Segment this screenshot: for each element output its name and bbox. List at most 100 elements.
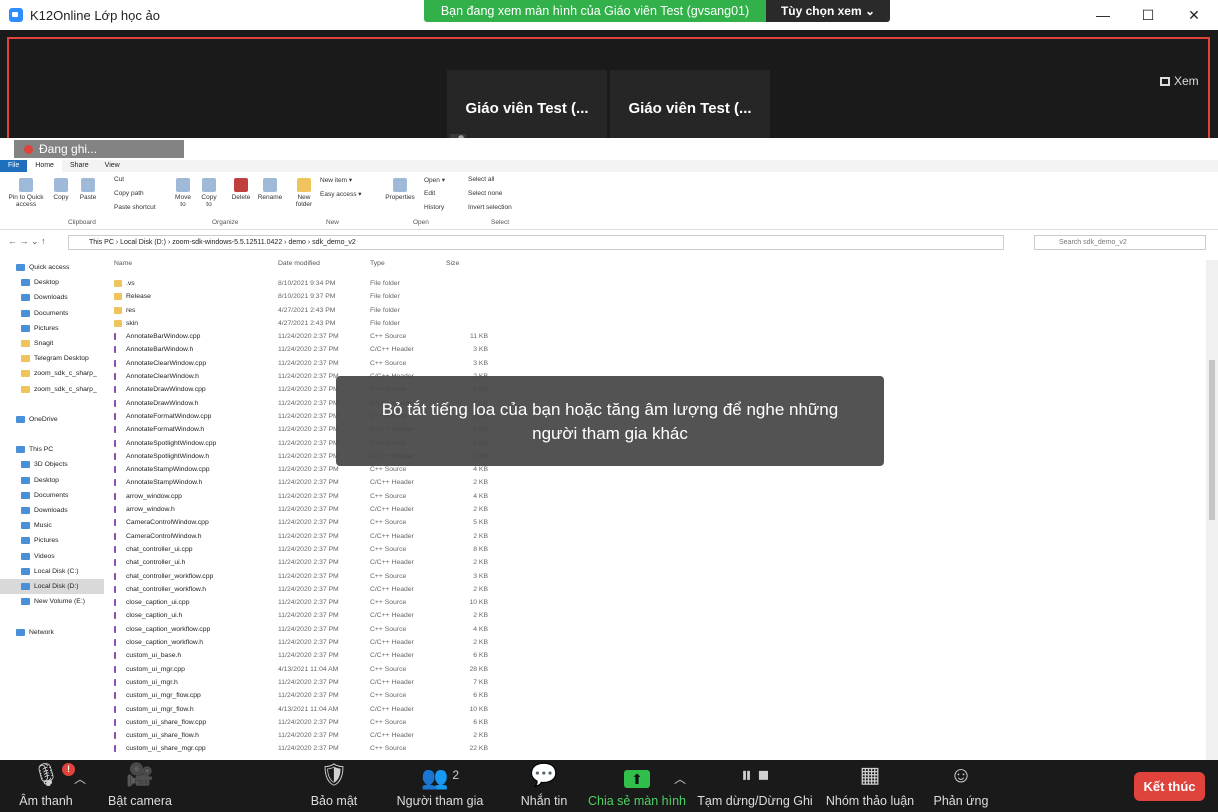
column-size[interactable]: Size — [446, 260, 459, 267]
file-row[interactable]: custom_ui_share_flow.cpp 11/24/2020 2:37 … — [110, 716, 510, 729]
delete-button[interactable]: Delete — [230, 178, 252, 201]
scrollbar-thumb[interactable] — [1209, 360, 1215, 520]
file-row[interactable]: res 4/27/2021 2:43 PM File folder — [110, 304, 510, 317]
column-name[interactable]: Name — [114, 260, 132, 267]
nav-item[interactable]: Quick access — [0, 260, 104, 275]
back-forward-icons[interactable]: ← → ⌄ ↑ — [8, 236, 46, 247]
move-to-button[interactable]: Move to — [172, 178, 194, 208]
nav-item[interactable]: Videos — [0, 549, 104, 564]
file-row[interactable]: skin 4/27/2021 2:43 PM File folder — [110, 317, 510, 330]
nav-item[interactable]: Music — [0, 518, 104, 533]
pause-stop-recording-button[interactable]: ⏸ ⏹ Tạm dừng/Dừng Ghi — [696, 760, 814, 812]
nav-item[interactable]: Pictures — [0, 321, 104, 336]
nav-item[interactable]: OneDrive — [0, 412, 104, 427]
file-row[interactable]: custom_ui_mgr.h 11/24/2020 2:37 PM C/C++ H… — [110, 676, 510, 689]
file-row[interactable]: .vs 8/10/2021 9:34 PM File folder — [110, 277, 510, 290]
start-video-button[interactable]: 🎥 Bật camera — [104, 760, 176, 812]
nav-item[interactable]: Documents — [0, 488, 104, 503]
file-row[interactable]: custom_ui_mgr.cpp 4/13/2021 11:04 AM C++ S… — [110, 663, 510, 676]
nav-item[interactable]: 3D Objects — [0, 457, 104, 472]
share-screen-button[interactable]: ⬆ Chia sẻ màn hình — [588, 760, 686, 812]
gallery-view-button[interactable]: Xem — [1160, 74, 1199, 88]
nav-item[interactable]: Local Disk (D:) — [0, 578, 104, 595]
maximize-button[interactable]: ☐ — [1125, 0, 1171, 30]
tab-file[interactable]: File — [0, 160, 28, 172]
select-none-button[interactable]: Select none — [468, 190, 502, 197]
file-row[interactable]: custom_ui_base.h 11/24/2020 2:37 PM C/C++ … — [110, 649, 510, 662]
nav-item[interactable]: Telegram Desktop — [0, 351, 104, 366]
tab-home[interactable]: Home — [27, 160, 62, 172]
file-row[interactable]: Release 8/10/2021 9:37 PM File folder — [110, 290, 510, 303]
file-row[interactable]: AnnotateBarWindow.cpp 11/24/2020 2:37 PM C… — [110, 330, 510, 343]
nav-item[interactable]: Network — [0, 625, 104, 640]
file-row[interactable]: chat_controller_ui.h 11/24/2020 2:37 PM C/… — [110, 556, 510, 569]
file-row[interactable]: custom_ui_share_flow.h 11/24/2020 2:37 PM… — [110, 729, 510, 742]
nav-item[interactable]: New Volume (E:) — [0, 594, 104, 609]
nav-item[interactable]: Pictures — [0, 533, 104, 548]
file-row[interactable]: CameraControlWindow.cpp 11/24/2020 2:37 P… — [110, 516, 510, 529]
nav-item[interactable]: Downloads — [0, 290, 104, 305]
breakout-rooms-button[interactable]: ▦ Nhóm thảo luận — [824, 760, 916, 812]
copy-to-button[interactable]: Copy to — [198, 178, 220, 208]
select-all-button[interactable]: Select all — [468, 176, 494, 183]
end-meeting-button[interactable]: Kết thúc — [1134, 772, 1205, 801]
easy-access-button[interactable]: Easy access ▾ — [320, 190, 362, 198]
rename-button[interactable]: Rename — [256, 178, 284, 201]
nav-item[interactable]: Downloads — [0, 503, 104, 518]
nav-item[interactable]: Documents — [0, 306, 104, 321]
file-row[interactable]: custom_ui_mgr_flow.cpp 11/24/2020 2:37 PM… — [110, 689, 510, 702]
paste-shortcut-button[interactable]: Paste shortcut — [114, 204, 156, 211]
security-button[interactable]: 🛡 Bảo mật — [304, 760, 364, 812]
file-row[interactable]: close_caption_ui.h 11/24/2020 2:37 PM C/C+… — [110, 609, 510, 622]
file-row[interactable]: custom_ui_mgr_flow.h 4/13/2021 11:04 AM C/… — [110, 703, 510, 716]
file-row[interactable]: AnnotateClearWindow.cpp 11/24/2020 2:37 P… — [110, 357, 510, 370]
nav-item[interactable]: Snagit — [0, 336, 104, 351]
reactions-button[interactable]: ☺ Phản ứng — [930, 760, 992, 812]
file-row[interactable]: chat_controller_ui.cpp 11/24/2020 2:37 PM… — [110, 543, 510, 556]
cut-button[interactable]: Cut — [114, 176, 124, 183]
edit-button[interactable]: Edit — [424, 190, 435, 197]
view-options-button[interactable]: Tùy chọn xem ⌄ — [766, 0, 890, 22]
audio-caret-icon[interactable]: ︿ — [74, 770, 86, 787]
participants-button[interactable]: 👥 2 Người tham gia — [392, 760, 488, 812]
pin-quick-access-button[interactable]: Pin to Quick access — [4, 178, 48, 208]
nav-item[interactable]: Desktop — [0, 473, 104, 488]
file-row[interactable]: AnnotateStampWindow.h 11/24/2020 2:37 PM C… — [110, 476, 510, 489]
new-item-button[interactable]: New item ▾ — [320, 176, 352, 184]
address-bar[interactable]: This PC › Local Disk (D:) › zoom-sdk-win… — [68, 235, 1004, 250]
tab-view[interactable]: View — [97, 160, 128, 172]
file-row[interactable]: chat_controller_workflow.h 11/24/2020 2:3… — [110, 583, 510, 596]
file-row[interactable]: custom_ui_share_mgr.cpp 11/24/2020 2:37 P… — [110, 742, 510, 755]
scrollbar[interactable] — [1206, 260, 1218, 760]
nav-item[interactable]: Desktop — [0, 275, 104, 290]
audio-button[interactable]: 🎙 ! Âm thanh — [14, 760, 78, 812]
search-input[interactable]: Search sdk_demo_v2 — [1034, 235, 1206, 250]
new-folder-button[interactable]: New folder — [292, 178, 316, 208]
properties-button[interactable]: Properties — [384, 178, 416, 201]
nav-item[interactable]: zoom_sdk_c_sharp_ — [0, 366, 104, 381]
file-row[interactable]: AnnotateBarWindow.h 11/24/2020 2:37 PM C/C… — [110, 343, 510, 356]
file-row[interactable]: chat_controller_workflow.cpp 11/24/2020 2… — [110, 570, 510, 583]
file-row[interactable]: CameraControlWindow.h 11/24/2020 2:37 PM C… — [110, 530, 510, 543]
file-row[interactable]: close_caption_workflow.cpp 11/24/2020 2:3… — [110, 623, 510, 636]
chat-button[interactable]: 💬 Nhắn tin — [514, 760, 574, 812]
file-row[interactable]: close_caption_ui.cpp 11/24/2020 2:37 PM C+… — [110, 596, 510, 609]
column-date[interactable]: Date modified — [278, 260, 320, 267]
invert-selection-button[interactable]: Invert selection — [468, 204, 512, 211]
copy-button[interactable]: Copy — [50, 178, 72, 201]
tab-share[interactable]: Share — [62, 160, 97, 172]
close-button[interactable]: ✕ — [1171, 0, 1217, 30]
nav-item[interactable]: Local Disk (C:) — [0, 564, 104, 579]
nav-item[interactable]: This PC — [0, 442, 104, 457]
history-button[interactable]: History — [424, 204, 444, 211]
share-caret-icon[interactable]: ︿ — [674, 770, 686, 787]
open-button[interactable]: Open ▾ — [424, 176, 445, 184]
column-type[interactable]: Type — [370, 260, 385, 267]
nav-item[interactable]: zoom_sdk_c_sharp_ — [0, 382, 104, 397]
file-row[interactable]: close_caption_workflow.h 11/24/2020 2:37 … — [110, 636, 510, 649]
file-row[interactable]: arrow_window.cpp 11/24/2020 2:37 PM C++ So… — [110, 490, 510, 503]
copy-path-button[interactable]: Copy path — [114, 190, 144, 197]
minimize-button[interactable]: — — [1080, 0, 1126, 30]
paste-button[interactable]: Paste — [76, 178, 100, 201]
file-row[interactable]: arrow_window.h 11/24/2020 2:37 PM C/C++ He… — [110, 503, 510, 516]
